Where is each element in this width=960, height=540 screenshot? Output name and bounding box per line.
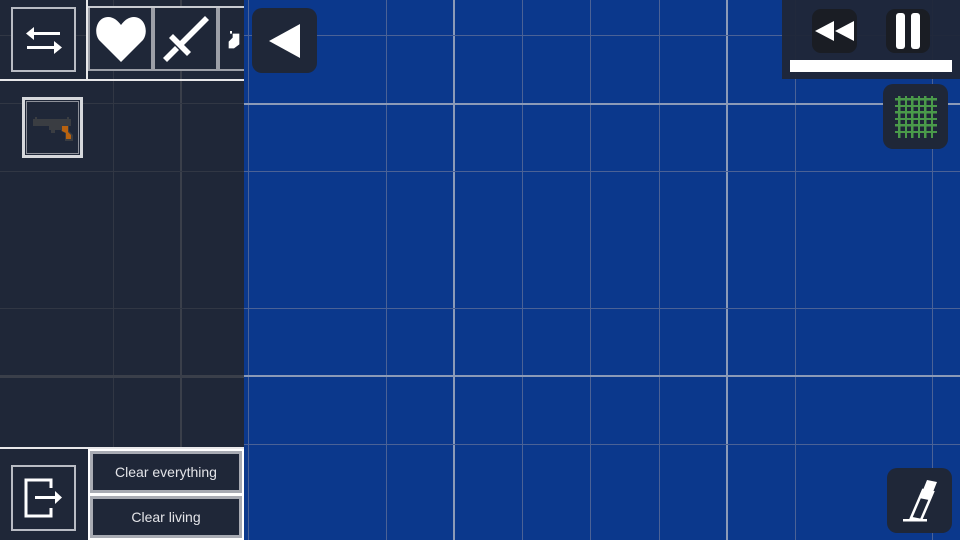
grid-line	[659, 0, 660, 540]
grid-icon	[894, 95, 937, 138]
exit-button[interactable]	[11, 465, 76, 531]
time-scale-slider[interactable]	[790, 60, 952, 72]
grid-line-major	[726, 0, 728, 540]
eraser-icon	[902, 479, 937, 521]
grid-toggle-button[interactable]	[883, 84, 948, 149]
triangle-left-icon	[268, 23, 300, 58]
grid-line-major	[453, 0, 455, 540]
spawn-item-pistol[interactable]	[22, 97, 83, 158]
grid-line	[932, 0, 933, 540]
time-scale-fill	[790, 60, 952, 72]
clear-living-button[interactable]: Clear living	[90, 496, 242, 538]
swap-arrows-icon	[25, 26, 62, 54]
clear-everything-button[interactable]: Clear everything	[90, 451, 242, 493]
panel-grid-line	[0, 308, 244, 309]
grid-line	[795, 0, 796, 540]
collapse-panel-button[interactable]	[252, 8, 317, 73]
heart-icon	[95, 16, 146, 62]
panel-grid-line	[0, 171, 244, 172]
grid-line	[248, 0, 249, 540]
eraser-button[interactable]	[887, 468, 952, 533]
swap-button[interactable]	[11, 7, 76, 72]
spawn-panel: Clear everything Clear living	[0, 0, 244, 540]
category-tab-biological[interactable]	[88, 8, 153, 71]
category-tab-melee[interactable]	[153, 8, 218, 71]
rewind-button[interactable]	[812, 9, 857, 53]
panel-grid-line	[0, 375, 244, 378]
time-controls	[782, 0, 960, 79]
sword-icon	[162, 15, 209, 62]
pause-button[interactable]	[886, 9, 930, 53]
rewind-icon	[814, 21, 854, 41]
pause-icon	[896, 13, 920, 49]
grid-line	[386, 0, 387, 540]
header-divider	[0, 79, 244, 81]
pistol-icon	[32, 116, 73, 141]
grid-line	[590, 0, 591, 540]
firearm-icon	[228, 30, 240, 48]
exit-icon	[24, 478, 62, 518]
grid-line	[522, 0, 523, 540]
category-tab-firearms[interactable]	[218, 8, 244, 71]
